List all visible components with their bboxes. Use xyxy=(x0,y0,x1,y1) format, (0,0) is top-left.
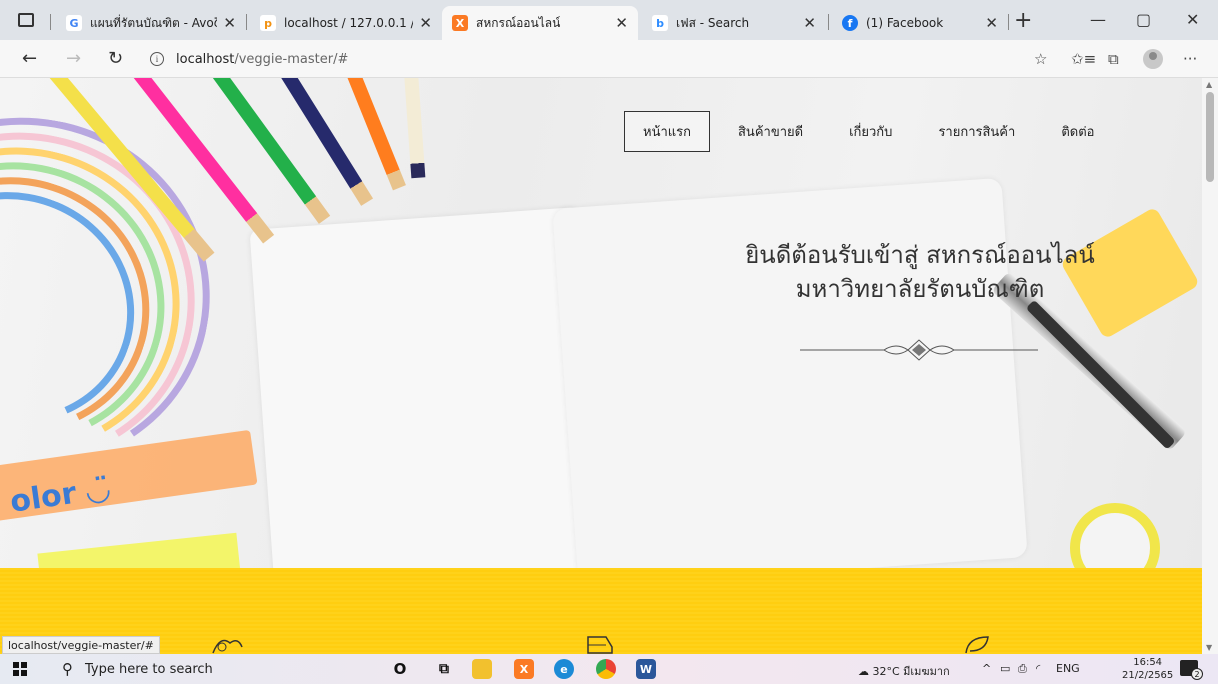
edge-icon[interactable]: e xyxy=(554,659,574,679)
hero-title: ยินดีต้อนรับเข้าสู่ สหกรณ์ออนไลน์ มหาวิท… xyxy=(700,238,1140,306)
language-indicator[interactable]: ENG xyxy=(1056,662,1080,675)
hero-title-line2: มหาวิทยาลัยรัตนบัณฑิต xyxy=(795,275,1045,303)
hero-bg-sticky-note xyxy=(37,532,243,568)
windows-start-icon[interactable] xyxy=(13,662,27,676)
taskbar-search-box[interactable]: ⚲ Type here to search xyxy=(52,657,372,681)
leaf-icon xyxy=(965,636,989,654)
add-favorite-icon[interactable]: ☆ xyxy=(1034,50,1047,68)
url-path: /veggie-master/# xyxy=(234,51,349,67)
task-view-icon[interactable]: ⧉ xyxy=(434,659,454,679)
xampp-taskbar-icon[interactable]: X xyxy=(514,659,534,679)
back-button[interactable]: ← xyxy=(22,48,37,69)
delivery-icon xyxy=(587,636,613,654)
tab-title: เฟส - Search xyxy=(676,15,750,30)
nav-item-home[interactable]: หน้าแรก xyxy=(624,111,710,152)
weather-text: 32°C มีเมฆมาก xyxy=(872,665,950,678)
tab-google-map[interactable]: G แผนที่รัตนบัณฑิต - Avoζήτη ✕ xyxy=(56,6,246,40)
status-bar-url: localhost/veggie-master/# xyxy=(2,636,160,654)
nav-item-about[interactable]: เกี่ยวกับ xyxy=(831,112,910,151)
tab-bing-search[interactable]: b เฟส - Search ✕ xyxy=(642,6,826,40)
search-placeholder: Type here to search xyxy=(85,661,213,677)
minimize-button[interactable]: — xyxy=(1090,10,1106,29)
hero-bg-notebook xyxy=(249,206,605,568)
vegetables-icon xyxy=(212,639,243,654)
clock-time: 16:54 xyxy=(1133,657,1163,668)
tab-phpmyadmin[interactable]: p localhost / 127.0.0.1 / sah ✕ xyxy=(250,6,442,40)
url-host: localhost xyxy=(176,51,235,67)
cortana-icon[interactable]: O xyxy=(390,659,410,679)
hero-bg-pencil xyxy=(403,78,426,179)
hero-banner: olor ◡̈ หน้าแรก สินค้าขายดี เกี่ยวกับ รา… xyxy=(0,78,1202,568)
tab-title: สหกรณ์ออนไลน์ xyxy=(476,15,561,30)
main-nav: หน้าแรก สินค้าขายดี เกี่ยวกับ รายการสินค… xyxy=(624,111,1122,152)
scroll-down-icon[interactable]: ▼ xyxy=(1206,643,1212,652)
hero-title-line1: ยินดีต้อนรับเข้าสู่ สหกรณ์ออนไลน์ xyxy=(745,241,1095,269)
profile-avatar[interactable] xyxy=(1143,49,1163,69)
tab-close-icon[interactable]: ✕ xyxy=(419,14,432,32)
scroll-thumb[interactable] xyxy=(1206,92,1214,182)
new-tab-button[interactable]: + xyxy=(1014,8,1032,33)
nav-item-contact[interactable]: ติดต่อ xyxy=(1043,112,1112,151)
google-icon: G xyxy=(66,15,82,31)
more-menu-icon[interactable]: ··· xyxy=(1183,50,1197,68)
tab-title: localhost / 127.0.0.1 / sah xyxy=(284,16,413,30)
tab-coop-online[interactable]: X สหกรณ์ออนไลน์ ✕ xyxy=(442,6,638,40)
favorites-icon[interactable]: ✩≡ xyxy=(1071,50,1096,68)
chrome-icon[interactable] xyxy=(596,659,616,679)
wifi-icon[interactable]: ◜ xyxy=(1036,662,1040,675)
tab-separator xyxy=(1008,14,1009,30)
tab-close-icon[interactable]: ✕ xyxy=(803,14,816,32)
windows-taskbar: ⚲ Type here to search O ⧉ X e W ☁ 32°C ม… xyxy=(0,654,1218,684)
clock-date: 21/2/2565 xyxy=(1122,670,1174,681)
browser-toolbar: ← → ↻ i localhost/veggie-master/# ☆ ✩≡ ⧉… xyxy=(0,40,1218,78)
forward-button[interactable]: → xyxy=(66,48,81,69)
tab-separator xyxy=(246,14,247,30)
address-bar[interactable]: i localhost/veggie-master/# xyxy=(150,46,1150,72)
weather-widget[interactable]: ☁ 32°C มีเมฆมาก xyxy=(858,662,950,680)
tab-close-icon[interactable]: ✕ xyxy=(985,14,998,32)
file-explorer-icon[interactable] xyxy=(472,659,492,679)
collections-icon[interactable]: ⧉ xyxy=(1108,50,1119,68)
page-scrollbar[interactable]: ▲ ▼ xyxy=(1202,78,1218,654)
taskbar-clock[interactable]: 16:54 21/2/2565 xyxy=(1122,656,1173,682)
search-icon: ⚲ xyxy=(62,660,73,678)
browser-tab-strip: G แผนที่รัตนบัณฑิต - Avoζήτη ✕ p localho… xyxy=(0,0,1218,40)
hero-bg-notebook xyxy=(552,177,1028,568)
tab-facebook[interactable]: f (1) Facebook ✕ xyxy=(832,6,1008,40)
xampp-icon: X xyxy=(452,15,468,31)
tab-separator xyxy=(828,14,829,30)
notification-count-badge: 2 xyxy=(1191,668,1203,680)
scroll-up-icon[interactable]: ▲ xyxy=(1206,80,1212,89)
tab-close-icon[interactable]: ✕ xyxy=(615,14,628,32)
tab-title: (1) Facebook xyxy=(866,16,944,30)
tab-separator xyxy=(50,14,51,30)
refresh-button[interactable]: ↻ xyxy=(108,48,123,69)
close-window-button[interactable]: ✕ xyxy=(1186,10,1199,29)
battery-icon[interactable]: ▭ xyxy=(1000,662,1010,675)
phpmyadmin-icon: p xyxy=(260,15,276,31)
tab-close-icon[interactable]: ✕ xyxy=(223,14,236,32)
site-info-icon[interactable]: i xyxy=(150,52,164,66)
maximize-button[interactable]: ▢ xyxy=(1136,10,1151,29)
meet-now-icon[interactable]: ⎙ xyxy=(1018,662,1027,676)
page-viewport: olor ◡̈ หน้าแรก สินค้าขายดี เกี่ยวกับ รา… xyxy=(0,78,1202,654)
hero-bg-tape-roll xyxy=(1070,503,1160,568)
tray-overflow-icon[interactable]: ^ xyxy=(982,662,991,675)
facebook-icon: f xyxy=(842,15,858,31)
tab-title: แผนที่รัตนบัณฑิต - Avoζήτη xyxy=(90,15,218,30)
tab-actions-icon[interactable] xyxy=(18,13,34,27)
ornament-divider-icon xyxy=(800,339,1038,361)
address-url: localhost/veggie-master/# xyxy=(176,52,348,67)
word-icon[interactable]: W xyxy=(636,659,656,679)
nav-item-bestsellers[interactable]: สินค้าขายดี xyxy=(720,112,821,151)
bing-icon: b xyxy=(652,15,668,31)
nav-item-products[interactable]: รายการสินค้า xyxy=(920,112,1033,151)
